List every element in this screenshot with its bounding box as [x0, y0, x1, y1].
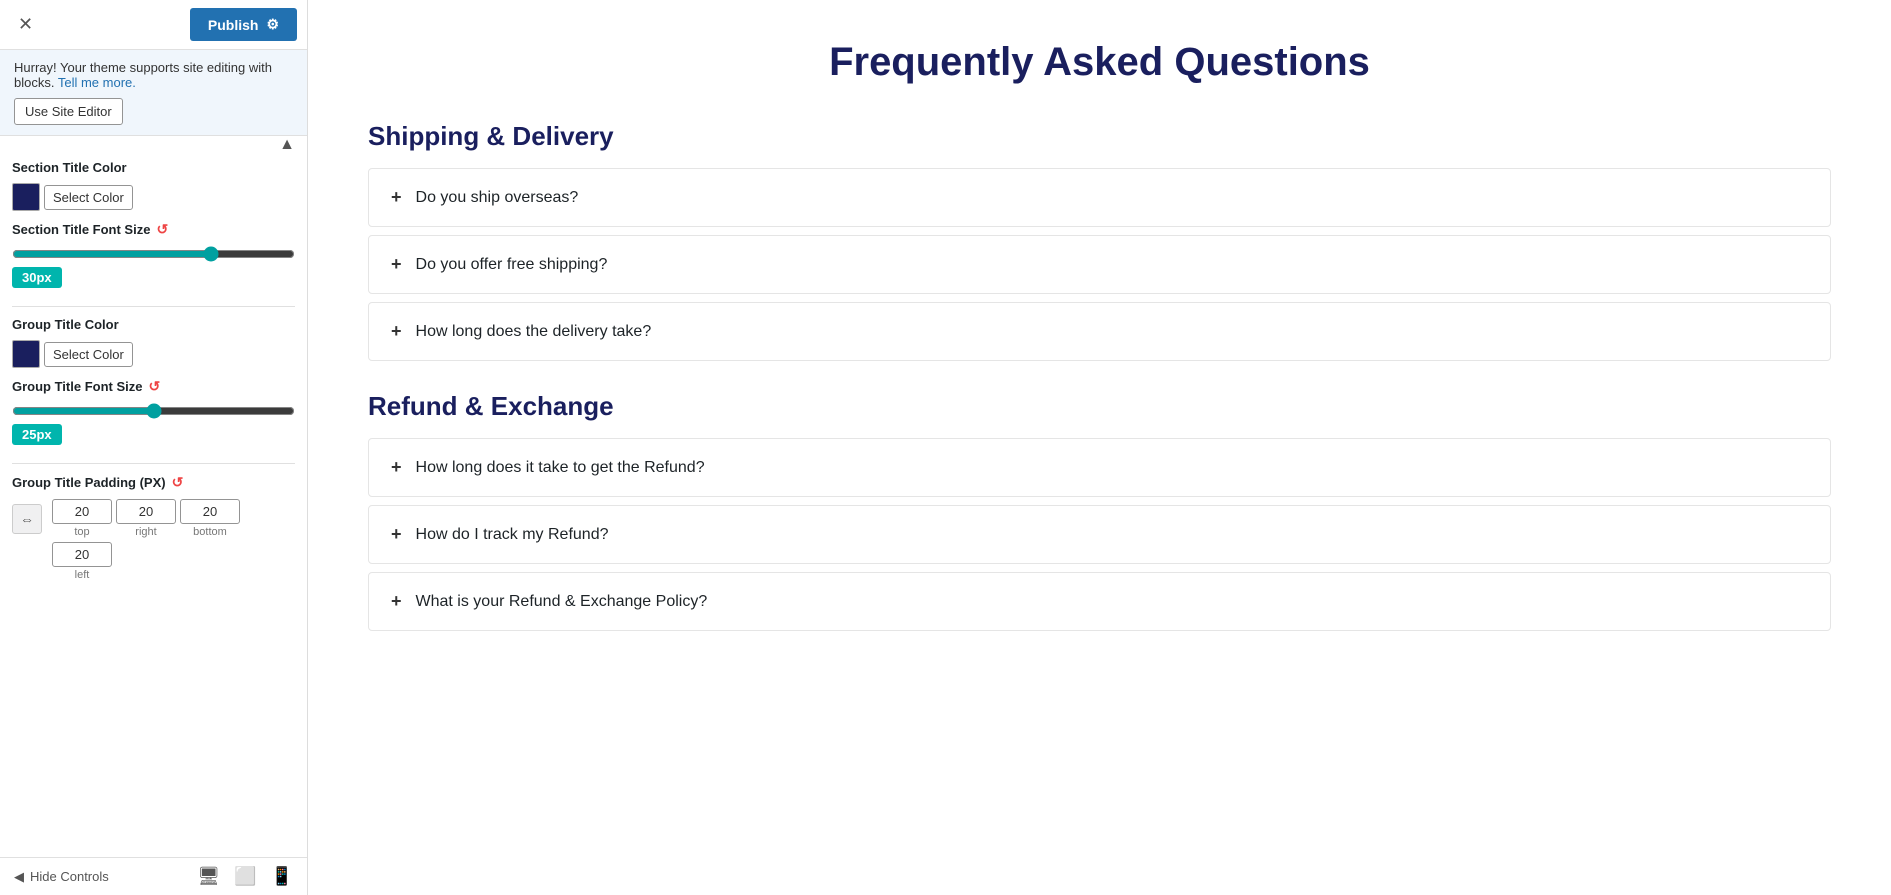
section-title-color-label: Section Title Color: [12, 160, 295, 175]
group-title-color-label: Group Title Color: [12, 317, 295, 332]
top-bar: ✕ Publish ⚙: [0, 0, 307, 50]
faq-plus-icon: +: [391, 321, 402, 342]
publish-label: Publish: [208, 17, 259, 33]
padding-right-input[interactable]: [116, 499, 176, 524]
device-icons: 🖥 ⬜ 📱: [197, 866, 293, 887]
padding-top-label: top: [74, 526, 89, 538]
group-title-reset-icon[interactable]: ↺: [148, 378, 160, 395]
faq-question: How long does it take to get the Refund?: [416, 459, 705, 477]
group-title-color-row: Select Color: [12, 340, 295, 368]
faq-question: Do you ship overseas?: [416, 189, 579, 207]
hide-controls-arrow-icon: ◀: [14, 869, 24, 885]
faq-question: What is your Refund & Exchange Policy?: [416, 593, 708, 611]
padding-left-wrap: left: [52, 542, 112, 581]
hide-controls-label: Hide Controls: [30, 869, 109, 884]
group-title-padding-label: Group Title Padding (PX) ↺: [12, 474, 295, 491]
group-title-padding-reset-icon[interactable]: ↺: [172, 474, 184, 491]
group-title-font-size-slider[interactable]: [12, 403, 295, 419]
faq-section-title-refund: Refund & Exchange: [368, 391, 1831, 422]
faq-item[interactable]: + How do I track my Refund?: [368, 505, 1831, 564]
section-title-color-button[interactable]: Select Color: [44, 185, 133, 210]
padding-bottom-input[interactable]: [180, 499, 240, 524]
faq-question: How do I track my Refund?: [416, 526, 609, 544]
faq-plus-icon: +: [391, 591, 402, 612]
padding-left-row: left: [12, 542, 295, 581]
padding-bottom-wrap: bottom: [180, 499, 240, 538]
use-site-editor-button[interactable]: Use Site Editor: [14, 98, 123, 125]
close-button[interactable]: ✕: [10, 10, 41, 39]
padding-top-input[interactable]: [52, 499, 112, 524]
hide-controls-button[interactable]: ◀ Hide Controls: [14, 869, 109, 885]
desktop-icon[interactable]: 🖥: [197, 866, 220, 887]
divider-1: [12, 306, 295, 307]
left-panel: ✕ Publish ⚙ Hurray! Your theme supports …: [0, 0, 308, 895]
group-title-color-swatch[interactable]: [12, 340, 40, 368]
faq-section-title-shipping: Shipping & Delivery: [368, 121, 1831, 152]
section-title-font-size-label: Section Title Font Size ↺: [12, 221, 295, 238]
group-title-font-size-label: Group Title Font Size ↺: [12, 378, 295, 395]
right-panel: Frequently Asked Questions Shipping & De…: [308, 0, 1891, 895]
faq-item[interactable]: + What is your Refund & Exchange Policy?: [368, 572, 1831, 631]
padding-right-label: right: [135, 526, 156, 538]
notice-bar: Hurray! Your theme supports site editing…: [0, 50, 307, 136]
faq-plus-icon: +: [391, 524, 402, 545]
divider-2: [12, 463, 295, 464]
faq-item[interactable]: + Do you offer free shipping?: [368, 235, 1831, 294]
gear-icon: ⚙: [266, 16, 279, 33]
group-title-font-size-badge: 25px: [12, 424, 62, 445]
padding-top-wrap: top: [52, 499, 112, 538]
notice-text: Hurray! Your theme supports site editing…: [14, 60, 272, 90]
tablet-icon[interactable]: ⬜: [234, 866, 256, 887]
tell-me-more-link[interactable]: Tell me more.: [58, 75, 136, 90]
section-title-color-row: Select Color: [12, 183, 295, 211]
scroll-up-arrow[interactable]: ▲: [279, 136, 295, 154]
padding-left-label: left: [75, 569, 90, 581]
padding-link-icon[interactable]: ⇔: [12, 504, 42, 534]
faq-item[interactable]: + Do you ship overseas?: [368, 168, 1831, 227]
padding-right-wrap: right: [116, 499, 176, 538]
faq-question: Do you offer free shipping?: [416, 256, 608, 274]
faq-question: How long does the delivery take?: [416, 323, 652, 341]
padding-grid: ⇔ top right bottom: [12, 499, 295, 538]
section-title-font-size-badge: 30px: [12, 267, 62, 288]
faq-title: Frequently Asked Questions: [368, 40, 1831, 85]
faq-item[interactable]: + How long does it take to get the Refund…: [368, 438, 1831, 497]
section-title-reset-icon[interactable]: ↺: [156, 221, 168, 238]
group-title-color-button[interactable]: Select Color: [44, 342, 133, 367]
faq-item[interactable]: + How long does the delivery take?: [368, 302, 1831, 361]
faq-plus-icon: +: [391, 254, 402, 275]
section-title-color-swatch[interactable]: [12, 183, 40, 211]
section-title-font-size-slider[interactable]: [12, 246, 295, 262]
faq-plus-icon: +: [391, 187, 402, 208]
padding-bottom-label: bottom: [193, 526, 227, 538]
bottom-toolbar: ◀ Hide Controls 🖥 ⬜ 📱: [0, 857, 307, 895]
mobile-icon[interactable]: 📱: [271, 866, 293, 887]
padding-left-input[interactable]: [52, 542, 112, 567]
panel-scroll: ▲ Section Title Color Select Color Secti…: [0, 136, 307, 857]
publish-button[interactable]: Publish ⚙: [190, 8, 297, 41]
faq-plus-icon: +: [391, 457, 402, 478]
faq-sections-container: Shipping & Delivery + Do you ship overseas…: [368, 121, 1831, 631]
